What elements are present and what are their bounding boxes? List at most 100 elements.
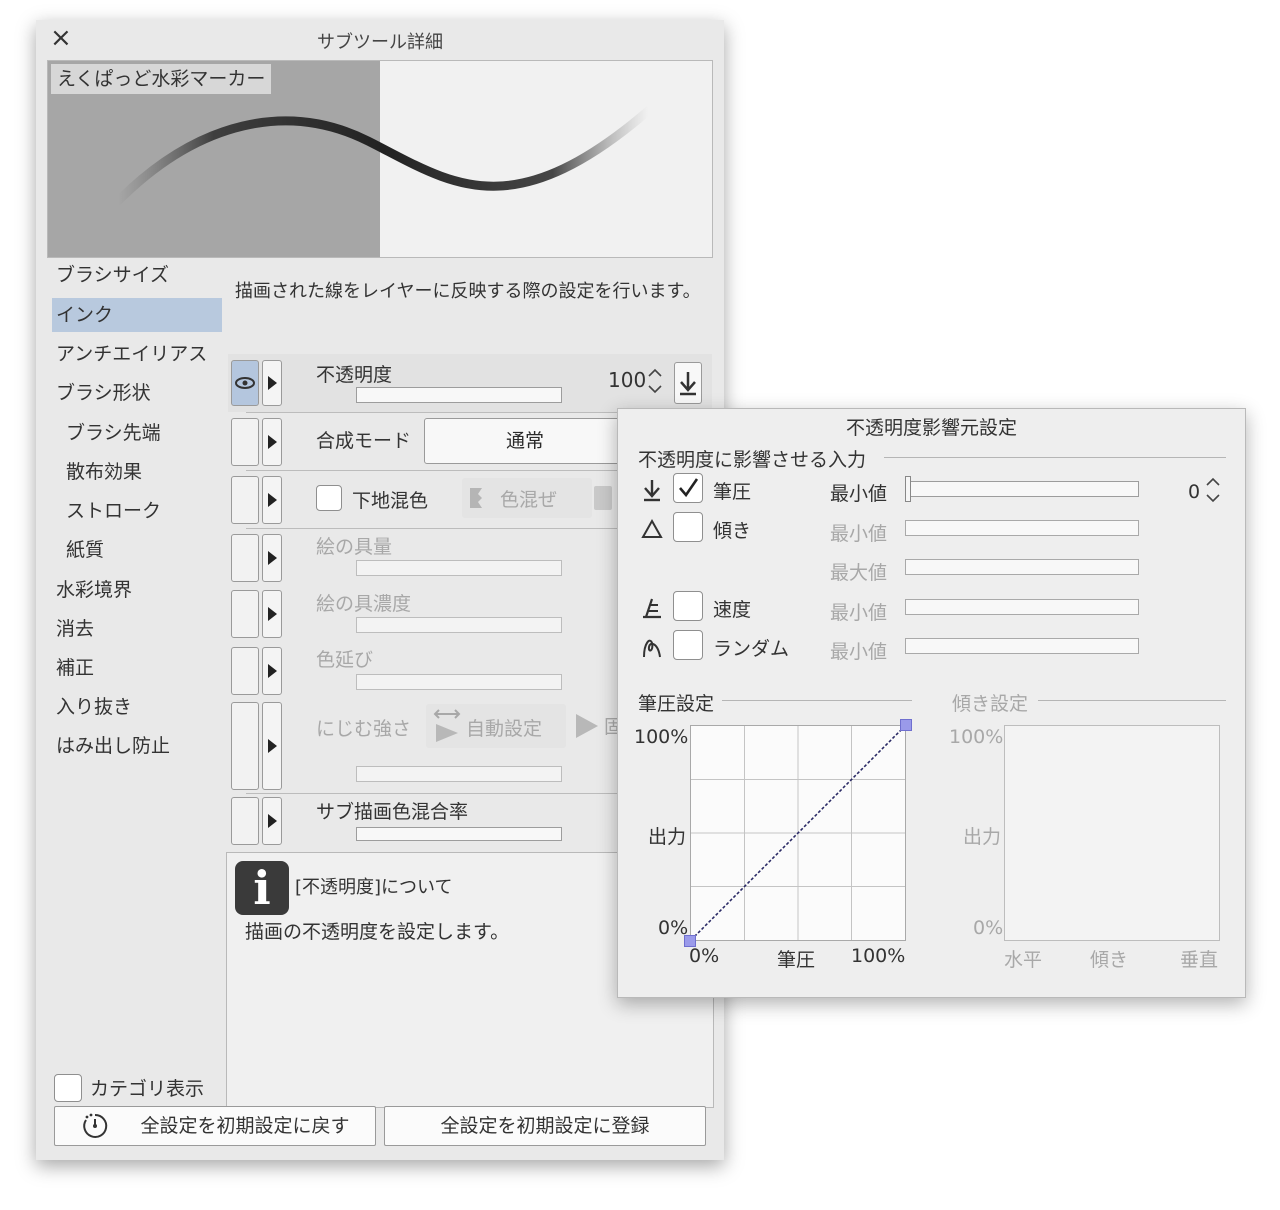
spinner-icon[interactable] [1206, 475, 1220, 505]
expand-paint-density-button[interactable] [262, 590, 282, 638]
color-stretch-label: 色延び [316, 649, 374, 671]
category-item[interactable]: ストローク [66, 494, 161, 528]
expand-arrow-icon [268, 607, 277, 621]
category-item[interactable]: はみ出し防止 [56, 729, 170, 763]
pressure-min-slider[interactable] [905, 476, 1139, 502]
pressure-link-toggle[interactable] [231, 360, 259, 406]
register-default-button[interactable]: 全設定を初期設定に登録 [384, 1106, 706, 1146]
category-item[interactable]: ブラシサイズ [56, 258, 169, 292]
paint-density-slider[interactable] [356, 617, 562, 633]
sub-color-mix-slider[interactable] [356, 827, 562, 841]
reset-all-button[interactable]: 全設定を初期設定に戻す [54, 1106, 376, 1146]
paint-amount-slider[interactable] [356, 560, 562, 576]
random-min-slider[interactable] [905, 638, 1139, 654]
pen-pressure-icon [644, 480, 660, 502]
auto-setting-icon [433, 709, 461, 742]
color-mix-label: 色混ぜ [500, 489, 558, 511]
category-description: 描画された線をレイヤーに反映する際の設定を行います。 [235, 281, 701, 302]
opacity-spinner[interactable] [648, 366, 662, 396]
expand-underlay-button[interactable] [262, 476, 282, 524]
tilt-max-label: 最大値 [830, 562, 888, 584]
category-display-label: カテゴリ表示 [90, 1078, 205, 1100]
pressure-x-right: 100% [851, 945, 906, 967]
tilt-y-mid: 出力 [963, 826, 1002, 848]
partial-option-icon[interactable] [594, 486, 612, 510]
reset-timer-icon [83, 1113, 108, 1138]
blur-strength-slider[interactable] [356, 766, 562, 782]
divider [246, 528, 646, 529]
expand-blend-button[interactable] [262, 418, 282, 466]
category-item[interactable]: ブラシ形状 [56, 376, 151, 410]
checkmark-icon [679, 478, 699, 498]
random-checkbox[interactable] [673, 630, 703, 660]
tilt-min-label: 最小値 [830, 523, 888, 545]
divider [246, 412, 646, 413]
category-item[interactable]: 水彩境界 [56, 573, 132, 607]
link-toggle[interactable] [231, 702, 259, 790]
auto-setting-option[interactable]: 自動設定 [426, 704, 566, 748]
tilt-graph-title: 傾き設定 [952, 693, 1029, 715]
link-toggle[interactable] [231, 534, 259, 582]
color-stretch-slider[interactable] [356, 674, 562, 690]
blend-mode-label: 合成モード [316, 430, 412, 452]
title-bar: × サブツール詳細 [36, 20, 724, 58]
pressure-label: 筆圧 [713, 481, 752, 503]
link-toggle[interactable] [231, 590, 259, 638]
link-toggle[interactable] [231, 797, 259, 845]
category-item[interactable]: アンチエイリアス [56, 337, 207, 371]
link-toggle[interactable] [231, 647, 259, 695]
tilt-min-slider[interactable] [905, 520, 1139, 536]
category-item[interactable]: 消去 [56, 612, 94, 646]
blend-mode-select[interactable]: 通常 [424, 418, 626, 464]
curve-control-point[interactable] [900, 719, 912, 731]
sub-color-mix-label: サブ描画色混合率 [316, 801, 469, 823]
opacity-slider[interactable] [356, 387, 562, 403]
divider [246, 793, 646, 794]
link-toggle[interactable] [231, 476, 259, 524]
underlay-mix-label: 下地混色 [352, 490, 429, 512]
expand-arrow-icon [268, 551, 277, 565]
speed-icon [643, 598, 661, 619]
category-item[interactable]: 補正 [56, 651, 94, 685]
paint-amount-label: 絵の具量 [316, 536, 393, 558]
pen-pressure-icon [680, 372, 696, 396]
speed-min-slider[interactable] [905, 599, 1139, 615]
pressure-curve-graph[interactable] [690, 725, 906, 941]
pressure-curve[interactable] [690, 725, 906, 941]
category-item[interactable]: 散布効果 [66, 455, 142, 489]
opacity-label: 不透明度 [316, 364, 393, 386]
pressure-checkbox[interactable] [673, 473, 703, 503]
section-divider [884, 457, 1226, 458]
category-item[interactable]: ブラシ先端 [66, 416, 161, 450]
expand-arrow-icon [268, 664, 277, 678]
pressure-y-top: 100% [634, 726, 689, 748]
opacity-influence-button[interactable] [674, 362, 702, 404]
tilt-y-bottom: 0% [973, 917, 1004, 939]
underlay-mix-checkbox[interactable] [316, 485, 342, 511]
tilt-curve-graph [1004, 725, 1220, 941]
speed-label: 速度 [713, 599, 752, 621]
tilt-checkbox[interactable] [673, 512, 703, 542]
expand-sub-color-button[interactable] [262, 797, 282, 845]
opacity-row: 不透明度 100 [228, 354, 712, 412]
pressure-min-value[interactable]: 0 [1188, 481, 1200, 503]
speed-checkbox[interactable] [673, 591, 703, 621]
category-item[interactable]: 紙質 [66, 533, 104, 567]
expand-color-stretch-button[interactable] [262, 647, 282, 695]
color-mix-option[interactable]: 色混ぜ [462, 478, 592, 518]
info-body: 描画の不透明度を設定します。 [245, 921, 510, 943]
pressure-graph-title: 筆圧設定 [638, 693, 715, 715]
tilt-max-slider[interactable] [905, 559, 1139, 575]
opacity-influence-popup: 不透明度影響元設定 不透明度に影響させる入力 筆圧 最小値 0 傾き 最小値 最… [617, 408, 1246, 998]
link-toggle[interactable] [231, 418, 259, 466]
category-item[interactable]: インク [52, 298, 222, 332]
expand-paint-amount-button[interactable] [262, 534, 282, 582]
expand-blur-button[interactable] [262, 702, 282, 790]
random-label: ランダム [713, 638, 790, 660]
spinner-icon [648, 368, 662, 394]
category-item[interactable]: 入り抜き [56, 690, 132, 724]
slider-handle[interactable] [905, 476, 911, 502]
expand-opacity-button[interactable] [262, 360, 282, 406]
category-display-checkbox[interactable] [54, 1074, 82, 1102]
opacity-value[interactable]: 100 [608, 368, 646, 392]
